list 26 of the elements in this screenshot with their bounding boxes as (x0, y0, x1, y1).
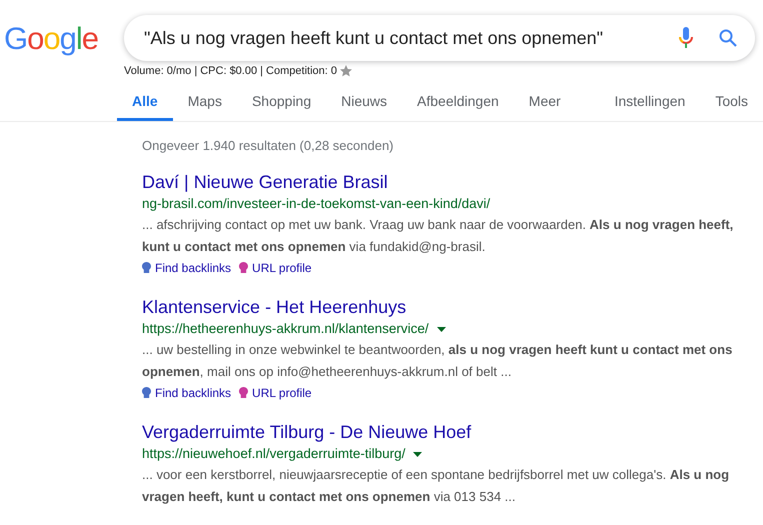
result-title[interactable]: Klantenservice - Het Heerenhuys (142, 296, 742, 318)
result-url: https://nieuwehoef.nl/vergaderruimte-tilburg/ (142, 445, 406, 463)
result-snippet: ... afschrijving contact op met uw bank. Vraag uw bank naar de voorwaarden. Als u nog vragen heeft, kunt u contact met ons opnemen via fundakid@ng-brasil. (142, 216, 734, 256)
tool-link[interactable]: URL profile (252, 259, 312, 277)
tab[interactable]: Meer (514, 76, 576, 120)
tool-link[interactable]: Find backlinks (155, 384, 232, 402)
tab[interactable]: Afbeeldingen (402, 76, 514, 120)
tab[interactable]: Alle (117, 76, 173, 120)
tab[interactable]: Instellingen (599, 76, 700, 120)
search-icon[interactable] (719, 29, 737, 47)
search-field[interactable]: "Als u nog vragen heeft kunt u contact met ons opnemen" (124, 15, 755, 61)
result-url: https://hetheerenhuys-akkrum.nl/klantenservice/ (142, 320, 429, 338)
result-title[interactable]: Vergaderruimte Tilburg - De Nieuwe Hoef (142, 421, 742, 443)
caret-icon[interactable] (436, 326, 446, 332)
tool-link[interactable]: URL profile (252, 384, 312, 402)
caret-icon[interactable] (413, 452, 422, 456)
tool-link[interactable]: Find backlinks (155, 259, 232, 277)
star-icon[interactable] (340, 65, 352, 78)
result-title[interactable]: Daví | Nieuwe Generatie Brasil (142, 171, 742, 193)
result-url: ng-brasil.com/investeer-in-de-toekomst-van-een-kind/davi/ (142, 195, 490, 213)
result-snippet: ... voor een kerstborrel, nieuwjaarsreceptie of een spontane bedrijfsborrel met uw collega's. Als u nog vragen heeft, kunt u contact met ons opnemen via 013 534 ... (142, 466, 730, 506)
result-stats: Ongeveer 1.940 resultaten (0,28 seconden) (142, 136, 395, 155)
tab[interactable]: Tools (700, 76, 763, 120)
microphone-icon[interactable] (679, 27, 693, 49)
google-logo[interactable]: Google (0, 22, 124, 54)
result-snippet: ... uw bestelling in onze webwinkel te beantwoorden, als u nog vragen heeft kunt u contact met ons opnemen, mail ons op info@hetheerenhuys-akkrum.nl of belt ... (142, 341, 734, 381)
